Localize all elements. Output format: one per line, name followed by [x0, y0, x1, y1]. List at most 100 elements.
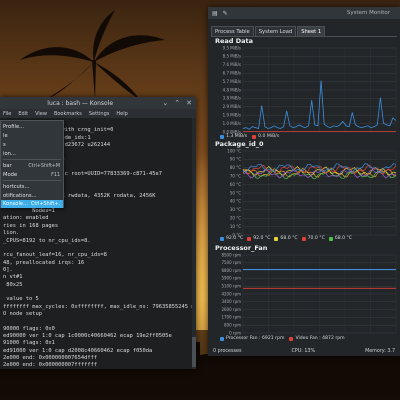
menu-file[interactable]: File [3, 111, 11, 117]
legend-label: 92.0 °C [226, 236, 244, 241]
y-tick-label: 1.0 MiB/s [223, 121, 241, 126]
y-tick-label: 4.8 MiB/s [223, 87, 241, 92]
legend-item: 68.0 °C [328, 236, 352, 241]
terminal-line: Nodes=1 [3, 208, 55, 215]
y-tick-label: 8.5 MiB/s [223, 54, 241, 59]
scrollbar-thumb[interactable] [192, 337, 196, 367]
y-tick-label: 7.6 MiB/s [223, 62, 241, 67]
menu-separator [3, 159, 61, 160]
system-monitor-window[interactable]: ▤ ✎ System Monitor Process Table System … [208, 7, 400, 356]
menu-help[interactable]: Help [116, 111, 127, 117]
menu-item[interactable]: Konsole... Ctrl+Shift+, [1, 200, 63, 208]
terminal-line: 2e000 end: 0x000000007654dfff [3, 355, 98, 361]
legend-item: Video Fan : 4872 rpm [289, 336, 345, 341]
legend-label: 70.0 °C [307, 236, 325, 241]
terminal-line: rcu_fanout_leaf=16, nr_cpu_ids=8 [3, 252, 107, 259]
menu-item-label: Mode [3, 172, 18, 178]
terminal-line: 2e000 end: 0x000000007fffffff [3, 362, 98, 369]
taskbar[interactable] [0, 394, 400, 400]
tab-sheet-1[interactable]: Sheet 1 [297, 26, 326, 36]
legend-swatch [274, 236, 279, 241]
terminal-line: ed91000 ver 1:0 cap d2008c40660462 ecap … [3, 347, 153, 354]
y-tick-label: 40 °C [230, 199, 241, 204]
konsole-menubar: File Edit View Bookmarks Settings Help [0, 109, 196, 118]
settings-menu: Profile... le s ion... bar Ctrl+Shift+M Mode F1… [0, 120, 64, 208]
legend-swatch [289, 336, 294, 341]
y-tick-label: 0 rpm [229, 330, 241, 335]
terminal-line: 48, preallocated irqs: 16 [3, 259, 85, 266]
y-tick-label: 5100 rpm [221, 284, 241, 289]
y-tick-label: 70 °C [230, 174, 241, 179]
legend-swatch [220, 336, 224, 341]
minimize-icon[interactable]: ⌄ [162, 99, 168, 107]
menu-item[interactable]: le [1, 132, 63, 140]
y-tick-label: 3.8 MiB/s [223, 96, 241, 101]
status-memory: Memory: 3.7 [365, 348, 395, 354]
terminal-line: O node setup [3, 310, 42, 317]
y-tick-label: 100 °C [227, 148, 241, 153]
legend-label: 92.0 °C [253, 236, 271, 241]
package-temp-legend: 92.0 °C 92.0 °C 68.0 °C 70.0 °C 68.0 °C [220, 236, 352, 241]
y-tick-label: 8500 rpm [221, 252, 241, 257]
menu-item[interactable]: bar Ctrl+Shift+M [1, 162, 63, 170]
y-tick-label: 1.9 MiB/s [223, 113, 241, 118]
menu-item[interactable]: ion... [1, 150, 63, 158]
legend-label: Video Fan : 4872 rpm [295, 336, 345, 341]
processor-fan-plot: 8500 rpm 7500 rpm 6800 rpm 5900 rpm 5100 rpm… [215, 252, 398, 336]
y-tick-label: 7500 rpm [221, 260, 241, 265]
tab-process-table[interactable]: Process Table [211, 26, 254, 36]
menu-item[interactable]: s [1, 141, 63, 149]
y-tick-label: 30 °C [230, 207, 241, 212]
y-tick-label: 10 °C [230, 224, 241, 229]
menu-item[interactable]: Mode F11 [1, 171, 63, 179]
menu-item-label: bar [3, 163, 12, 169]
status-cpu: CPU: 13% [291, 348, 316, 354]
legend-item: 92.0 °C [220, 236, 243, 241]
panel-title-package-id-0: Package_id_0 [215, 140, 264, 148]
menu-settings[interactable]: Settings [89, 111, 110, 117]
menu-item-shortcut: F11 [51, 172, 60, 178]
maximize-icon[interactable]: ⌃ [174, 99, 180, 107]
y-tick-label: 80 °C [230, 165, 241, 170]
y-tick-label: 1700 rpm [221, 315, 241, 320]
menu-item[interactable]: hortcuts... [1, 183, 63, 191]
pin-icon[interactable]: ✎ [223, 10, 228, 17]
menu-item-label: hortcuts... [3, 184, 30, 190]
terminal-line: n vt#1 [3, 274, 23, 281]
legend-label: Processor Fan : 6921 rpm [226, 336, 285, 341]
window-menu-icon[interactable]: ▤ [212, 10, 218, 17]
panel-title-processor-fan: Processor_Fan [215, 244, 268, 252]
terminal-line: ffffffff max_cycles: 0xffffffff, max_idl… [3, 303, 196, 310]
y-tick-label: 2.9 MiB/s [223, 104, 241, 109]
y-tick-label: 5900 rpm [221, 276, 241, 281]
close-icon[interactable]: ✕ [186, 99, 192, 107]
terminal-line: 80x25 [3, 281, 23, 288]
y-tick-label: 800 rpm [224, 323, 241, 328]
y-tick-label: 3400 rpm [221, 299, 241, 304]
legend-swatch [328, 236, 333, 241]
konsole-titlebar[interactable]: luca : bash — Konsole ⌄ ⌃ ✕ [0, 97, 196, 109]
y-tick-label: 90 °C [230, 157, 241, 162]
legend-swatch [220, 134, 224, 139]
menu-item[interactable]: otifications... [1, 192, 63, 200]
legend-label: 0.0 MiB/s [258, 134, 280, 139]
menu-item[interactable]: Profile... [1, 123, 63, 131]
sysmon-statusbar: 0 processes CPU: 13% Memory: 3.7 [208, 346, 400, 356]
menu-bookmarks[interactable]: Bookmarks [54, 111, 82, 117]
terminal-line: lion. [3, 230, 20, 237]
sysmon-titlebar[interactable]: ▤ ✎ System Monitor [208, 7, 400, 19]
legend-label: 1.3 MiB/s [226, 134, 248, 139]
menu-edit[interactable]: Edit [18, 111, 28, 117]
menu-view[interactable]: View [35, 111, 47, 117]
menu-item-shortcut: Ctrl+Shift+M [28, 163, 60, 169]
y-tick-label: 2600 rpm [221, 307, 241, 312]
legend-item: 0.0 MiB/s [252, 134, 279, 139]
terminal-line: _CPUS=8192 to nr_cpu_ids=8. [3, 237, 91, 244]
sysmon-tabs: Process Table System Load Sheet 1 [211, 26, 326, 36]
status-processes: 0 processes [213, 348, 242, 354]
tab-system-load[interactable]: System Load [254, 26, 297, 36]
terminal-scrollbar[interactable] [192, 118, 196, 369]
legend-label: 68.0 °C [280, 236, 298, 241]
